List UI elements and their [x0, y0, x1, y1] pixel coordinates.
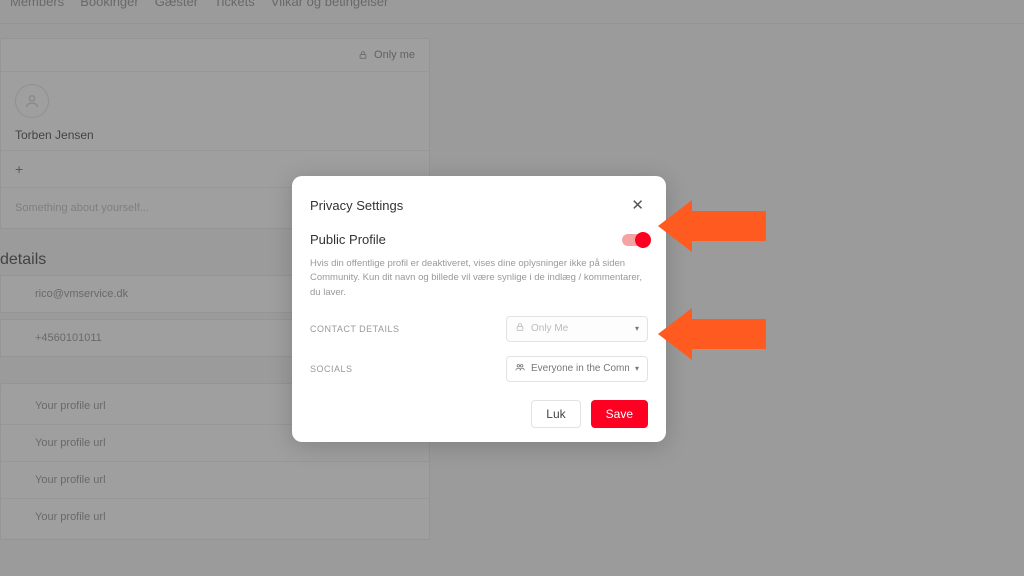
chevron-down-icon: ▾: [635, 364, 639, 373]
people-icon: [515, 362, 525, 375]
public-profile-help: Hvis din offentlige profil er deaktivere…: [310, 257, 648, 300]
public-profile-toggle[interactable]: [622, 234, 648, 246]
socials-value: Everyone in the Community: [531, 363, 629, 374]
socials-select[interactable]: Everyone in the Community ▾: [506, 356, 648, 382]
privacy-settings-modal: Privacy Settings ✕ Public Profile Hvis d…: [292, 176, 666, 442]
modal-title: Privacy Settings: [310, 198, 403, 213]
contact-details-select[interactable]: Only Me ▾: [506, 316, 648, 342]
contact-details-value: Only Me: [531, 323, 629, 334]
socials-label: SOCIALS: [310, 364, 353, 374]
public-profile-label: Public Profile: [310, 232, 386, 247]
toggle-knob: [635, 232, 651, 248]
lock-icon: [515, 322, 525, 335]
close-button[interactable]: ✕: [627, 192, 648, 218]
contact-details-label: CONTACT DETAILS: [310, 324, 400, 334]
chevron-down-icon: ▾: [635, 324, 639, 333]
cancel-button[interactable]: Luk: [531, 400, 580, 428]
save-button[interactable]: Save: [591, 400, 648, 428]
